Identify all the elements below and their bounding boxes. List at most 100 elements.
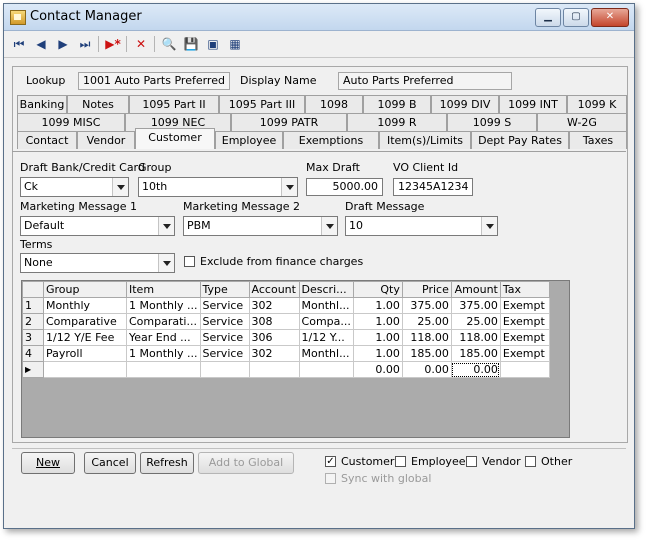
cell-description[interactable]: Monthl... [298,297,354,314]
tab-1099-int[interactable]: 1099 INT [499,95,567,113]
new-button[interactable]: New [21,452,75,474]
tab-1099-patr[interactable]: 1099 PATR [231,113,347,131]
cell-qty[interactable]: 1.00 [352,297,403,314]
row-number[interactable]: 3 [22,329,44,346]
tab-1098[interactable]: 1098 [305,95,363,113]
cell-group[interactable]: Payroll [43,345,127,362]
cell-item[interactable]: 1 Monthly ... [126,345,201,362]
chevron-down-icon[interactable] [281,178,297,196]
column-header-type[interactable]: Type [199,281,250,298]
cell-type[interactable]: Service [199,345,250,362]
cell-type[interactable]: Service [199,329,250,346]
new-row[interactable]: ▶ 0.00 0.00 0.00 [22,361,550,378]
chevron-down-icon[interactable] [158,217,174,235]
column-header-amount[interactable]: Amount [450,281,501,298]
cell-price[interactable]: 375.00 [401,297,452,314]
cell-description[interactable]: Monthl... [298,345,354,362]
next-record-icon[interactable]: ▶ [53,35,73,53]
tab-1099-misc[interactable]: 1099 MISC [17,113,125,131]
marketing-message-1-combo[interactable]: Default [20,216,175,236]
column-header-account[interactable]: Account [248,281,300,298]
tab-1095-part-ii[interactable]: 1095 Part II [129,95,219,113]
cell-qty[interactable]: 1.00 [352,329,403,346]
cell-qty[interactable]: 1.00 [352,345,403,362]
tab-notes[interactable]: Notes [67,95,129,113]
close-button[interactable]: ✕ [591,8,629,27]
cell-item[interactable]: Year End ... [126,329,201,346]
tab-banking[interactable]: Banking [17,95,67,113]
chevron-down-icon[interactable] [481,217,497,235]
cell-type[interactable]: Service [199,297,250,314]
last-record-icon[interactable]: ⏭ [75,35,95,53]
row-number[interactable]: 4 [22,345,44,362]
cell-tax[interactable]: Exempt [499,297,550,314]
cell-description[interactable]: 1/12 Y... [298,329,354,346]
cell-description[interactable]: Compa... [298,313,354,330]
vo-client-id-input[interactable]: 12345A1234 [393,178,473,196]
table-row[interactable]: 1 Monthly 1 Monthly ... Service 302 Mont… [22,297,550,314]
tab-1095-part-iii[interactable]: 1095 Part III [219,95,305,113]
tab-exemptions[interactable]: Exemptions [283,131,379,149]
vendor-checkbox[interactable] [466,456,477,467]
display-name-field[interactable]: Auto Parts Preferred [338,72,512,90]
cell-qty[interactable]: 0.00 [352,361,403,378]
marketing-message-2-combo[interactable]: PBM [183,216,338,236]
cell-item[interactable] [126,361,201,378]
draft-message-combo[interactable]: 10 [345,216,498,236]
cell-account[interactable]: 302 [248,297,300,314]
row-number[interactable]: 1 [22,297,44,314]
employee-checkbox[interactable] [395,456,406,467]
cell-account[interactable]: 306 [248,329,300,346]
cancel-button[interactable]: Cancel [84,452,136,474]
cell-amount[interactable]: 0.00 [450,361,501,378]
tab-1099-div[interactable]: 1099 DIV [431,95,499,113]
cell-group[interactable]: 1/12 Y/E Fee [43,329,127,346]
cell-amount[interactable]: 25.00 [450,313,501,330]
chevron-down-icon[interactable] [112,178,128,196]
column-header-description[interactable]: Descri... [298,281,354,298]
cell-amount[interactable]: 185.00 [450,345,501,362]
cell-amount[interactable]: 375.00 [450,297,501,314]
cell-price[interactable]: 25.00 [401,313,452,330]
column-header-group[interactable]: Group [43,281,127,298]
cell-account[interactable] [248,361,300,378]
cell-price[interactable]: 118.00 [401,329,452,346]
exclude-finance-checkbox[interactable] [184,256,195,267]
cell-group[interactable] [43,361,127,378]
tab-1099-b[interactable]: 1099 B [363,95,431,113]
table-row[interactable]: 3 1/12 Y/E Fee Year End ... Service 306 … [22,329,550,346]
minimize-button[interactable]: ▁ [535,8,561,27]
save-icon[interactable]: 💾 [181,35,201,53]
tab-taxes[interactable]: Taxes [569,131,627,149]
add-to-global-button[interactable]: Add to Global [198,452,294,474]
first-record-icon[interactable]: ⏮ [9,35,29,53]
column-header-price[interactable]: Price [401,281,452,298]
cell-account[interactable]: 308 [248,313,300,330]
customer-checkbox[interactable]: ✓ [325,456,336,467]
cell-price[interactable]: 185.00 [401,345,452,362]
properties-icon[interactable]: ▦ [225,35,245,53]
chevron-down-icon[interactable] [321,217,337,235]
cell-price[interactable]: 0.00 [401,361,452,378]
tab-w-2g[interactable]: W-2G [537,113,627,131]
lookup-field[interactable]: 1001 Auto Parts Preferred [78,72,230,90]
find-icon[interactable]: 🔍 [159,35,179,53]
draft-bank-combo[interactable]: Ck [20,177,129,197]
table-row[interactable]: 4 Payroll 1 Monthly ... Service 302 Mont… [22,345,550,362]
tab-dept-pay-rates[interactable]: Dept Pay Rates [471,131,569,149]
terms-combo[interactable]: None [20,253,175,273]
row-number[interactable]: 2 [22,313,44,330]
cell-type[interactable] [199,361,250,378]
max-draft-input[interactable]: 5000.00 [306,178,383,196]
column-header-tax[interactable]: Tax [499,281,550,298]
table-row[interactable]: 2 Comparative Comparati... Service 308 C… [22,313,550,330]
cell-item[interactable]: 1 Monthly ... [126,297,201,314]
refresh-button[interactable]: Refresh [140,452,194,474]
tab-items-limits[interactable]: Item(s)/Limits [379,131,471,149]
delete-record-icon[interactable]: ✕ [131,35,151,53]
tab-1099-s[interactable]: 1099 S [447,113,537,131]
other-checkbox[interactable] [525,456,536,467]
tab-1099-k[interactable]: 1099 K [567,95,627,113]
sync-with-global-checkbox[interactable] [325,473,336,484]
cell-tax[interactable]: Exempt [499,345,550,362]
